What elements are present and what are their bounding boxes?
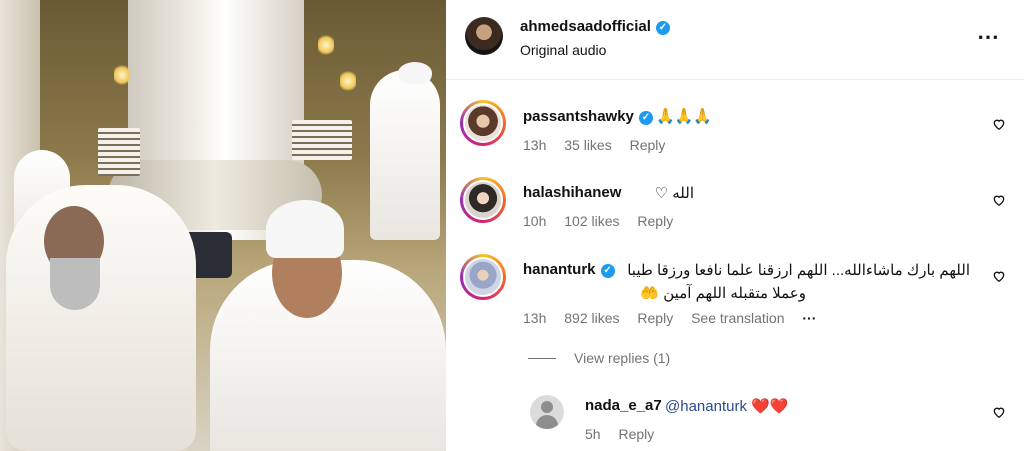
comment-time: 10h [523, 213, 547, 229]
more-options-icon[interactable]: ⋯ [977, 24, 1000, 50]
reply-avatar[interactable] [530, 395, 564, 429]
commenter-avatar[interactable] [460, 177, 506, 223]
verified-badge-icon: ✓ [600, 264, 615, 278]
view-replies-label[interactable]: View replies (1) [574, 350, 670, 366]
comment-meta: 13h 892 likes Reply See translation ··· [523, 310, 830, 326]
like-heart-icon[interactable] [992, 405, 1006, 419]
comment-meta: 13h 35 likes Reply [523, 137, 679, 153]
comment-time: 13h [523, 310, 547, 326]
view-replies-divider [528, 358, 556, 359]
post-photo[interactable] [0, 0, 446, 451]
reply-mention[interactable]: @hananturk [665, 398, 747, 415]
comment-username-row[interactable]: passantshawky ✓ [523, 108, 653, 125]
photo-books [292, 120, 352, 160]
owner-avatar[interactable] [465, 17, 503, 55]
photo-young-man-cap [266, 200, 344, 258]
photo-elder-beard [50, 258, 100, 310]
comment-time: 13h [523, 137, 547, 153]
see-translation-button[interactable]: See translation [691, 310, 784, 326]
reply-button[interactable]: Reply [618, 426, 654, 442]
reply-time: 5h [585, 426, 601, 442]
comment-meta: 10h 102 likes Reply [523, 213, 687, 229]
comment-username[interactable]: hananturk [523, 261, 596, 278]
comment-likes[interactable]: 35 likes [564, 137, 611, 153]
verified-badge-icon: ✓ [655, 21, 670, 35]
photo-cap [398, 62, 432, 84]
photo-books [98, 128, 140, 176]
commenter-avatar[interactable] [460, 254, 506, 300]
reply-meta: 5h Reply [585, 426, 668, 442]
reply-username[interactable]: nada_e_a7 [585, 397, 662, 414]
comment-username-row[interactable]: hananturk ✓ [523, 261, 615, 278]
photo-person-background [370, 70, 440, 240]
reply-button[interactable]: Reply [637, 213, 673, 229]
post-header: ahmedsaadofficial ✓ Original audio ⋯ [446, 0, 1024, 80]
reply-hearts: ❤️❤️ [751, 398, 789, 415]
photo-lamp [340, 70, 356, 92]
reply-button[interactable]: Reply [637, 310, 673, 326]
comment-username[interactable]: passantshawky [523, 108, 634, 125]
comment-text-line2: وعملا متقبله اللهم آمين 🤲 [640, 285, 806, 302]
view-replies-button[interactable]: View replies (1) [528, 350, 670, 366]
owner-username-row[interactable]: ahmedsaadofficial ✓ [520, 18, 670, 35]
like-heart-icon[interactable] [992, 117, 1006, 131]
owner-username[interactable]: ahmedsaadofficial [520, 18, 651, 35]
comment-likes[interactable]: 102 likes [564, 213, 619, 229]
comment-likes[interactable]: 892 likes [564, 310, 619, 326]
verified-badge-icon: ✓ [638, 111, 653, 125]
comment-username-row[interactable]: halashihanew [523, 184, 621, 201]
photo-lamp [318, 34, 334, 56]
reply-button[interactable]: Reply [630, 137, 666, 153]
reply-text: @hananturk ❤️❤️ [665, 397, 788, 415]
photo-lamp [114, 64, 130, 86]
commenter-avatar[interactable] [460, 100, 506, 146]
comment-username[interactable]: halashihanew [523, 184, 621, 201]
like-heart-icon[interactable] [992, 269, 1006, 283]
comment-text: 🙏🙏🙏 [656, 108, 713, 125]
comment-text: الله ♡ [654, 185, 694, 202]
comment-more-icon[interactable]: ··· [802, 310, 816, 326]
comments-panel: ahmedsaadofficial ✓ Original audio ⋯ pass… [446, 0, 1024, 451]
like-heart-icon[interactable] [992, 193, 1006, 207]
comment-text-line1: اللهم بارك ماشاءالله... اللهم ارزقنا علم… [627, 262, 970, 279]
audio-label[interactable]: Original audio [520, 42, 606, 58]
